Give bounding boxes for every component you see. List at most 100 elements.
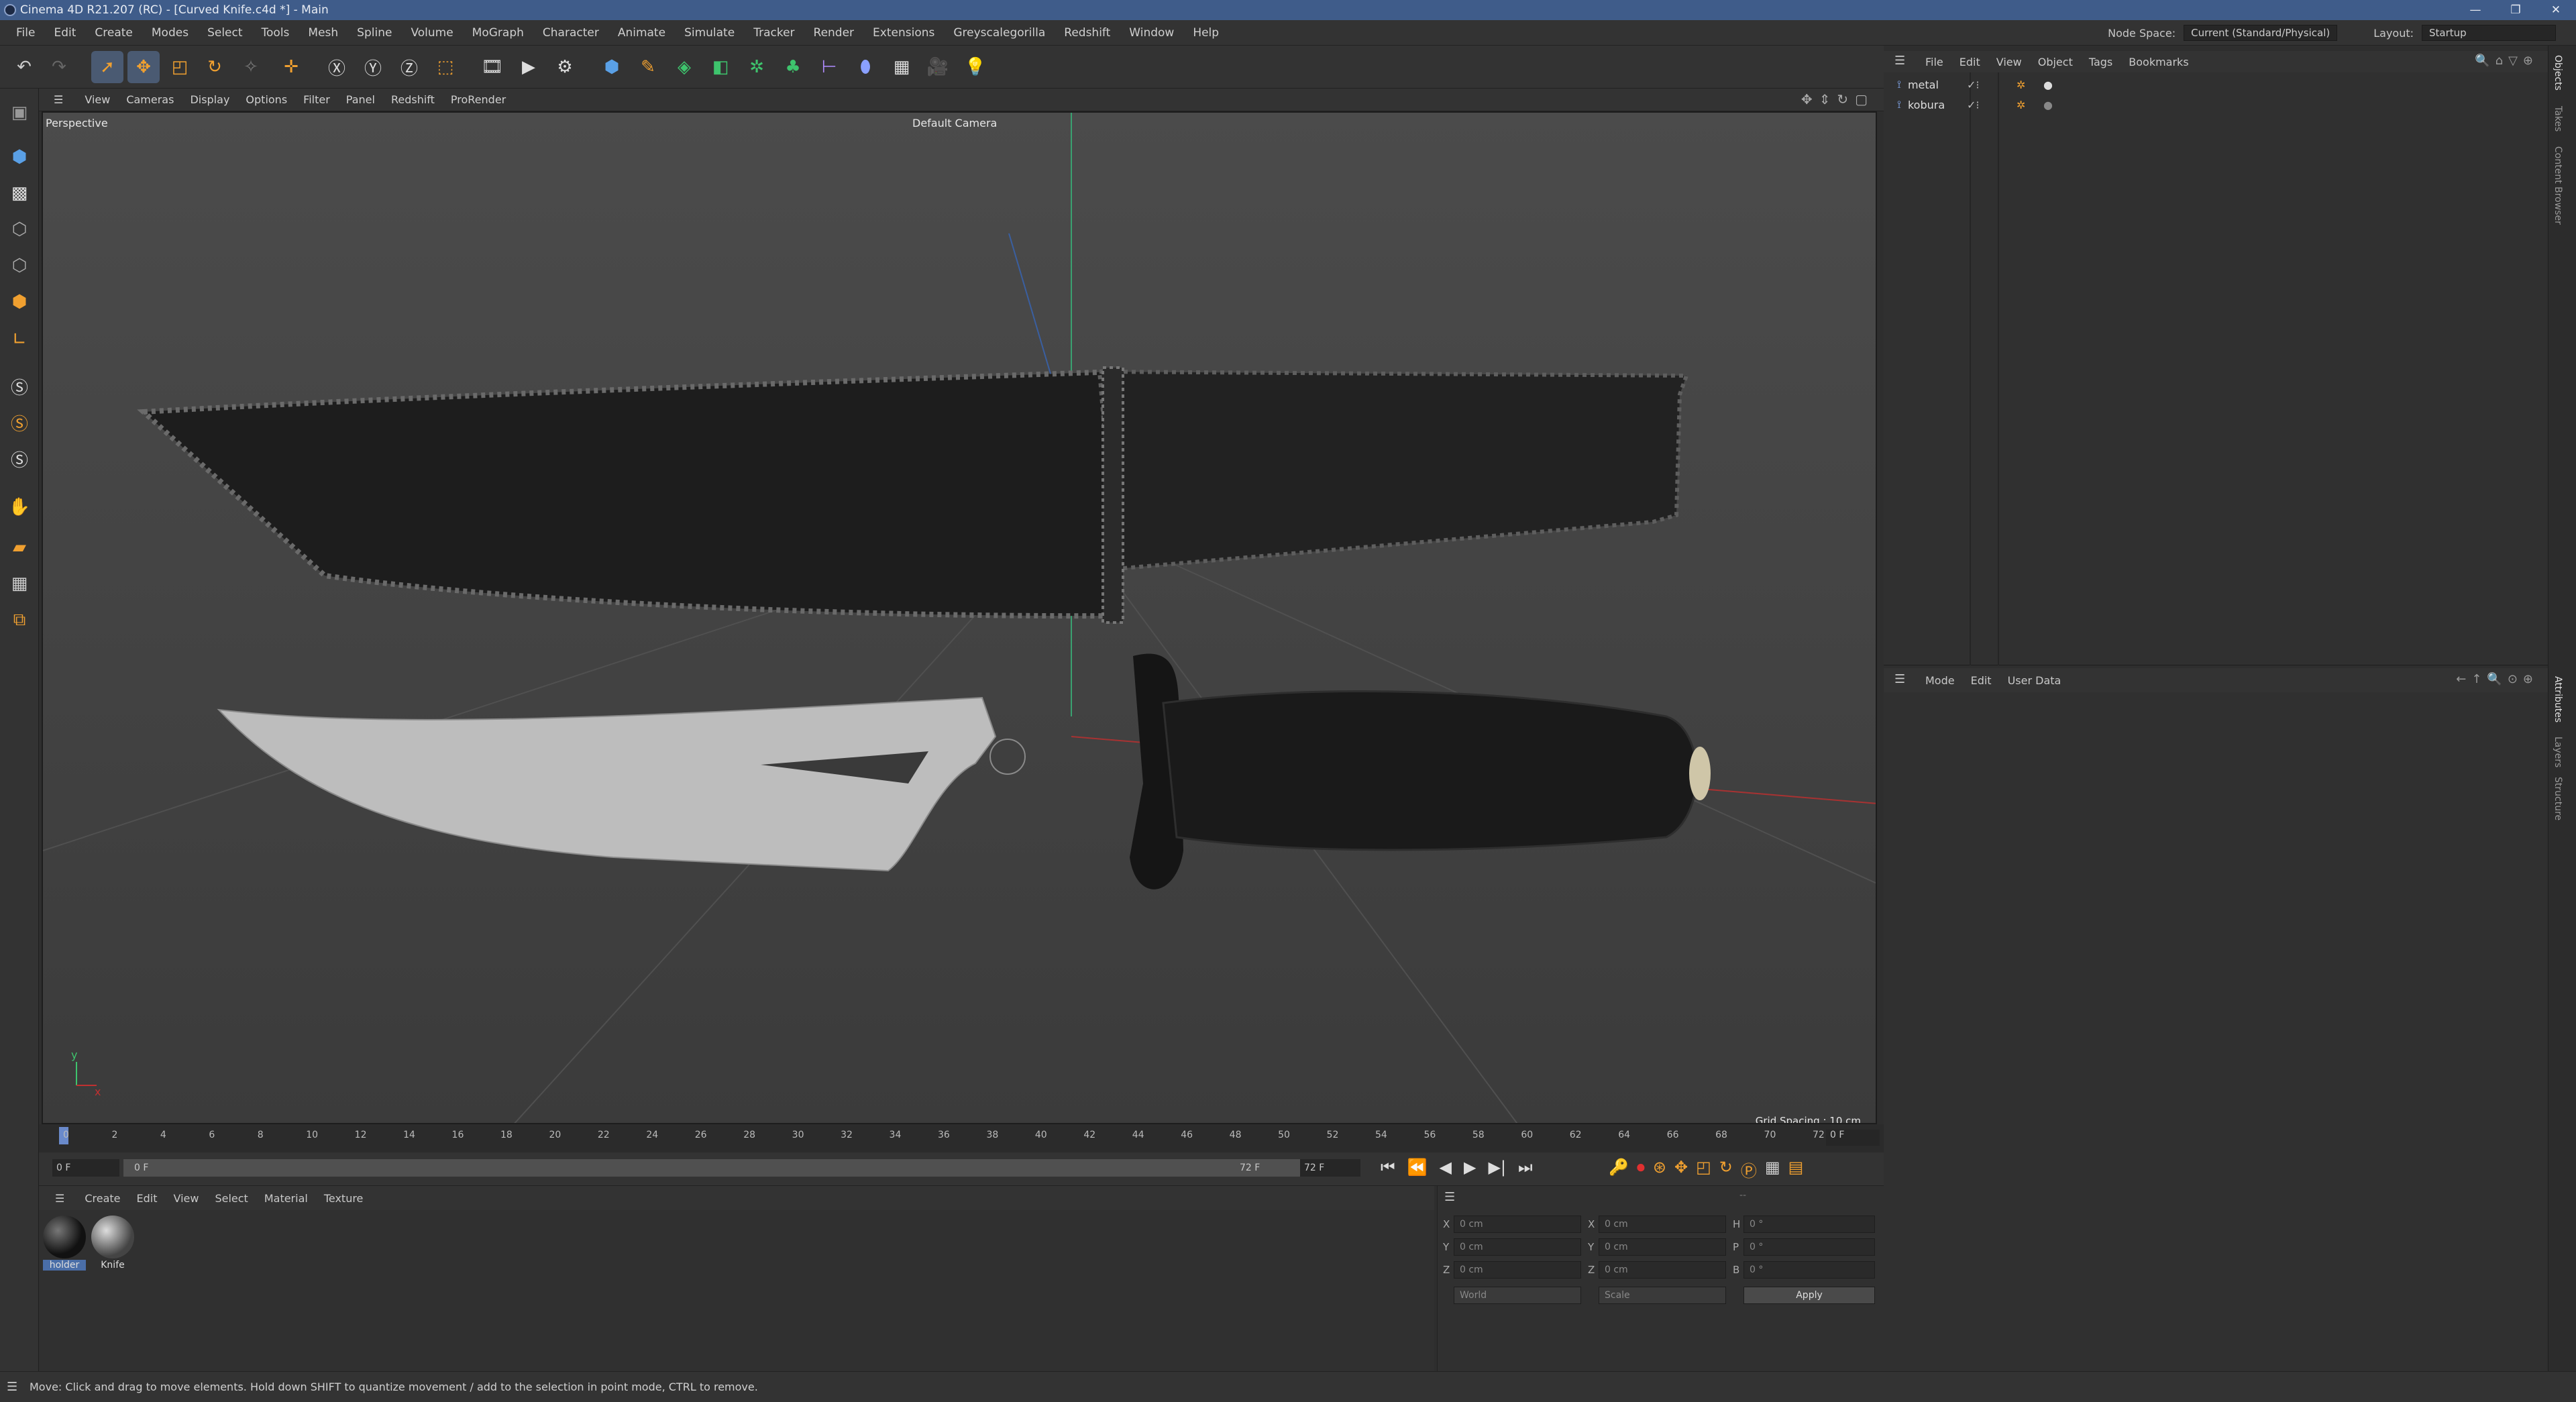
material-hamburger-icon[interactable]: ☰	[47, 1192, 76, 1205]
scale-key-icon[interactable]: ◰	[1696, 1158, 1711, 1181]
menu-select[interactable]: Select	[198, 26, 252, 40]
sheath-model[interactable]	[137, 366, 1690, 624]
obj-menu-tags[interactable]: Tags	[2081, 56, 2121, 68]
menu-file[interactable]: File	[7, 26, 44, 40]
node-space-dropdown[interactable]: Current (Standard/Physical)	[2184, 25, 2338, 41]
frame-range-slider[interactable]: 0 F	[123, 1159, 1318, 1177]
workplane-snap-icon[interactable]: Ⓢ	[3, 443, 36, 475]
pos-y-field[interactable]: 0 cm	[1454, 1238, 1581, 1256]
minimize-button[interactable]: —	[2455, 0, 2496, 20]
vp-menu-cameras[interactable]: Cameras	[118, 93, 182, 106]
rot-b-field[interactable]: 0 °	[1743, 1261, 1875, 1279]
start-frame-field[interactable]: 0 F	[52, 1159, 119, 1177]
snap-icon[interactable]: Ⓢ	[3, 370, 36, 402]
attr-menu-edit[interactable]: Edit	[1963, 674, 2000, 687]
cloner-icon[interactable]: ✲	[741, 51, 773, 83]
mat-menu-select[interactable]: Select	[207, 1192, 256, 1205]
recent-tool-icon[interactable]: ✧	[235, 51, 267, 83]
locked-workplane-icon[interactable]: ⧉	[3, 604, 36, 636]
end-frame-field[interactable]: 72 F	[1300, 1159, 1360, 1177]
mat-menu-material[interactable]: Material	[256, 1192, 316, 1205]
tab-structure[interactable]: Structure	[2553, 777, 2563, 820]
menu-greyscalegorilla[interactable]: Greyscalegorilla	[944, 26, 1055, 40]
menu-mesh[interactable]: Mesh	[299, 26, 347, 40]
menu-simulate[interactable]: Simulate	[675, 26, 744, 40]
attributes-hamburger-icon[interactable]: ☰	[1894, 672, 1905, 686]
material-tag-icon[interactable]: ●	[2043, 99, 2053, 111]
field-icon[interactable]: ⊢	[813, 51, 845, 83]
menu-animate[interactable]: Animate	[608, 26, 675, 40]
vp-menu-redshift[interactable]: Redshift	[383, 93, 443, 106]
coords-hamburger-icon[interactable]: ☰	[1444, 1190, 1455, 1204]
menu-character[interactable]: Character	[533, 26, 608, 40]
parameter-key-icon[interactable]: Ⓟ	[1741, 1158, 1757, 1181]
object-search-icons[interactable]: 🔍⌂▽⊕	[2475, 54, 2538, 68]
add-tool-icon[interactable]: ✛	[275, 51, 307, 83]
tab-objects[interactable]: Objects	[2553, 55, 2563, 91]
timeline-window-icon[interactable]: ▤	[1788, 1158, 1804, 1181]
obj-menu-view[interactable]: View	[1988, 56, 2030, 68]
menu-tracker[interactable]: Tracker	[744, 26, 804, 40]
subdivision-icon[interactable]: ◈	[668, 51, 700, 83]
object-row-kobura[interactable]: ⟟ kobura ✓⁝ ✲ ●	[1897, 95, 2053, 114]
axis-mode-icon[interactable]: ∟	[3, 323, 36, 356]
light-icon[interactable]: 💡	[959, 51, 991, 83]
redo-icon[interactable]: ↷	[43, 51, 75, 83]
y-axis-lock-icon[interactable]: Ⓨ	[357, 51, 389, 83]
menu-window[interactable]: Window	[1120, 26, 1183, 40]
mat-menu-texture[interactable]: Texture	[316, 1192, 372, 1205]
tab-layers[interactable]: Layers	[2553, 737, 2563, 767]
mat-menu-view[interactable]: View	[166, 1192, 207, 1205]
tab-takes[interactable]: Takes	[2553, 106, 2563, 131]
material-knife[interactable]: Knife	[91, 1216, 134, 1271]
pen-spline-icon[interactable]: ✎	[632, 51, 664, 83]
bend-deformer-icon[interactable]: ◧	[704, 51, 737, 83]
keyframe-selection-icon[interactable]: ⊛	[1653, 1158, 1666, 1181]
go-to-start-icon[interactable]: ⏮	[1381, 1158, 1395, 1177]
visibility-toggle-icon[interactable]: ✓⁝	[1967, 99, 1980, 111]
rotation-key-icon[interactable]: ↻	[1719, 1158, 1733, 1181]
floor-icon[interactable]: ▦	[885, 51, 918, 83]
rotate-tool-icon[interactable]: ↻	[199, 51, 231, 83]
menu-volume[interactable]: Volume	[401, 26, 462, 40]
status-hamburger-icon[interactable]: ☰	[7, 1372, 17, 1402]
menu-edit[interactable]: Edit	[44, 26, 85, 40]
size-y-field[interactable]: 0 cm	[1599, 1238, 1726, 1256]
attr-menu-user-data[interactable]: User Data	[2000, 674, 2070, 687]
object-row-metal[interactable]: ⟟ metal ✓⁝ ✲ ●	[1897, 75, 2053, 94]
vp-menu-display[interactable]: Display	[182, 93, 237, 106]
go-to-end-icon[interactable]: ⏭	[1518, 1158, 1533, 1177]
autokey-icon[interactable]: ⏺	[1637, 1158, 1645, 1181]
record-keys-icon[interactable]: 🔑	[1609, 1158, 1629, 1181]
3d-viewport[interactable]: Perspective Default Camera Grid Spacing …	[42, 111, 1877, 1124]
viewport-nav-icons[interactable]: ✥⇕↻▢	[1801, 91, 1874, 107]
viewport-hamburger-icon[interactable]: ☰	[46, 93, 76, 106]
menu-help[interactable]: Help	[1183, 26, 1228, 40]
rot-h-field[interactable]: 0 °	[1743, 1216, 1875, 1233]
obj-menu-edit[interactable]: Edit	[1951, 56, 1988, 68]
attributes-nav-icons[interactable]: ←↑🔍⊙⊕	[2456, 672, 2538, 686]
tab-attributes[interactable]: Attributes	[2553, 676, 2563, 722]
phong-tag-icon[interactable]: ✲	[2017, 99, 2025, 111]
x-axis-lock-icon[interactable]: Ⓧ	[321, 51, 353, 83]
visibility-toggle-icon[interactable]: ✓⁝	[1967, 78, 1980, 91]
size-x-field[interactable]: 0 cm	[1599, 1216, 1726, 1233]
attr-menu-mode[interactable]: Mode	[1917, 674, 1963, 687]
render-view-icon[interactable]: ▶	[513, 51, 545, 83]
vp-menu-options[interactable]: Options	[237, 93, 295, 106]
knife-model[interactable]	[217, 653, 1711, 889]
obj-menu-file[interactable]: File	[1917, 56, 1951, 68]
apply-button[interactable]: Apply	[1743, 1287, 1875, 1304]
menu-create[interactable]: Create	[85, 26, 142, 40]
maximize-button[interactable]: ❐	[2496, 0, 2536, 20]
menu-render[interactable]: Render	[804, 26, 864, 40]
z-axis-lock-icon[interactable]: Ⓩ	[393, 51, 425, 83]
polygons-mode-icon[interactable]: ⬢	[3, 286, 36, 318]
snap-settings-icon[interactable]: Ⓢ	[3, 407, 36, 439]
size-mode-dropdown[interactable]: Scale	[1599, 1287, 1726, 1304]
workplane-icon[interactable]: ▰	[3, 531, 36, 563]
point-level-icon[interactable]: ▦	[1765, 1158, 1780, 1181]
previous-frame-icon[interactable]: ◀	[1440, 1158, 1452, 1177]
mat-menu-create[interactable]: Create	[76, 1192, 128, 1205]
menu-mograph[interactable]: MoGraph	[463, 26, 533, 40]
